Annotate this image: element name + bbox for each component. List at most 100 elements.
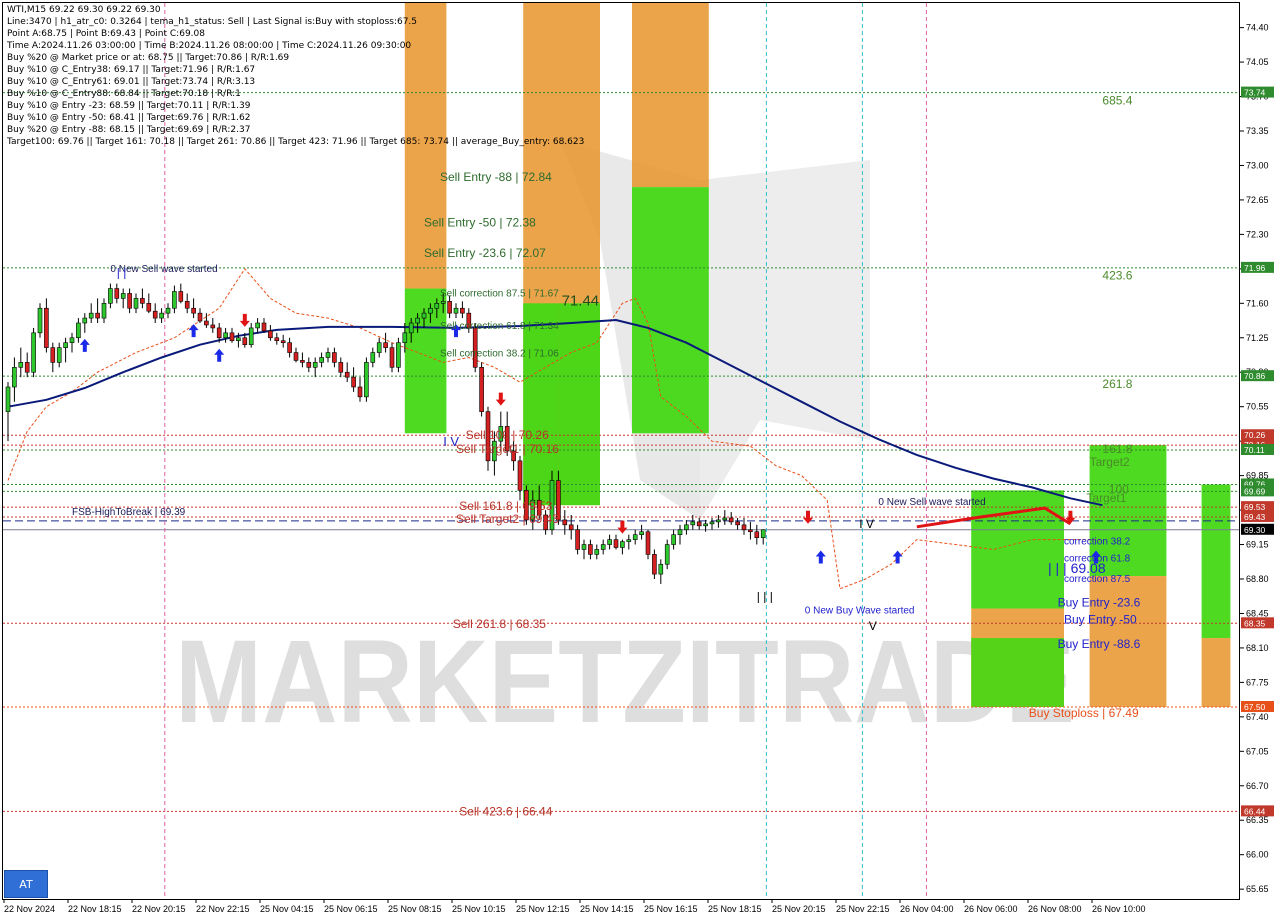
signal-zone [523, 303, 559, 506]
candle-body [280, 340, 286, 343]
candle-body [37, 307, 43, 334]
auto-trading-button[interactable]: AT [4, 870, 48, 898]
y-axis-tick-label: 66.70 [1246, 781, 1269, 791]
candle-body [120, 293, 126, 299]
price-badge: 68.35 [1241, 617, 1274, 629]
x-axis-tick-label: 26 Nov 08:00 [1028, 904, 1082, 914]
candlestick [31, 327, 36, 378]
candle-body [690, 521, 696, 526]
info-line-buy-e88: Buy %20 @ Entry -88: 68.15 || Target:69.… [7, 125, 251, 135]
candle-body [197, 312, 203, 322]
candle-body [312, 362, 318, 368]
price-badge: 71.96 [1241, 261, 1274, 273]
candle-body [159, 312, 164, 319]
info-line-buy-c88: Buy %10 @ C_Entry88: 68.84 || Target:70.… [7, 89, 241, 99]
y-axis-tick-label: 68.45 [1246, 608, 1269, 618]
candle-body [287, 342, 292, 353]
chart-annotation-label: Target1 [1086, 491, 1126, 505]
chart-annotation-label: | | | [757, 590, 773, 604]
price-badge-label: 73.74 [1244, 88, 1266, 98]
candle-body [402, 332, 408, 343]
chart-annotation-label: Sell 100 | 70.26 [466, 428, 550, 442]
candle-body [748, 529, 753, 533]
candle-body [165, 307, 171, 314]
candle-body [645, 531, 651, 555]
x-axis-tick-label: 25 Nov 06:15 [324, 904, 378, 914]
signal-zone [1201, 638, 1231, 707]
chart-annotation-label: FSB-HighToBreak | 69.39 [72, 507, 186, 518]
price-badge: 67.50 [1241, 701, 1274, 712]
candle-body [652, 554, 657, 575]
candle-body [428, 307, 433, 314]
candle-body [722, 517, 728, 521]
candle-body [24, 362, 30, 373]
x-axis-tick-label: 25 Nov 04:15 [260, 904, 314, 914]
candle-body [760, 529, 766, 538]
candle-body [108, 288, 113, 304]
info-line-targets: Target100: 69.76 || Target 161: 70.18 ||… [7, 137, 585, 147]
candle-body [210, 324, 216, 329]
chart-annotation-label: Buy Entry -88.6 [1058, 637, 1141, 651]
candle-body [696, 521, 702, 527]
candle-body [709, 521, 715, 525]
y-axis-tick-label: 66.00 [1246, 850, 1269, 860]
x-axis-tick-label: 26 Nov 04:00 [900, 904, 954, 914]
price-badge-label: 68.35 [1244, 618, 1266, 628]
candle-body [76, 322, 81, 339]
candle-body [389, 347, 395, 368]
chart-annotation-label: I V [859, 517, 874, 531]
y-axis-tick-label: 67.05 [1246, 746, 1269, 756]
candle-body [460, 307, 465, 314]
price-badge-label: 70.26 [1244, 430, 1266, 440]
candle-body [575, 529, 580, 550]
candle-body [12, 367, 17, 388]
candle-body [306, 362, 312, 368]
candle-body [600, 544, 606, 550]
price-badge-label: 71.96 [1244, 263, 1266, 273]
candle-body [88, 312, 94, 319]
y-axis-tick-label: 71.60 [1246, 298, 1269, 308]
price-badge-label: 69.43 [1244, 512, 1266, 522]
y-axis-tick-label: 74.05 [1246, 57, 1269, 67]
chart-annotation-label: Sell Target1 | 70.16 [456, 442, 559, 456]
candlestick [396, 337, 401, 373]
info-line-symbol: WTI,M15 69.22 69.30 69.22 69.30 [7, 5, 161, 15]
chart-annotation-label: 0 New Buy Wave started [805, 605, 915, 616]
candle-body [127, 293, 132, 309]
candle-body [152, 310, 158, 319]
x-axis-tick-label: 26 Nov 10:00 [1092, 904, 1146, 914]
candle-body [434, 303, 440, 309]
chart-annotation-label: I V [443, 434, 459, 449]
chart-annotation-label: 261.8 [1102, 377, 1132, 391]
candle-body [82, 317, 88, 324]
info-line-buy-c61: Buy %10 @ C_Entry61: 69.01 || Target:73.… [7, 77, 256, 87]
x-axis-tick-label: 25 Nov 14:15 [580, 904, 634, 914]
price-badge-label: 66.44 [1244, 806, 1266, 816]
candle-body [229, 332, 235, 342]
signal-zone [558, 303, 600, 506]
candle-body [728, 517, 734, 523]
candle-body [140, 298, 145, 304]
candle-body [184, 301, 190, 309]
candle-body [338, 362, 344, 373]
candle-body [293, 352, 299, 361]
x-axis-tick-label: 25 Nov 10:15 [452, 904, 506, 914]
candle-body [581, 544, 587, 550]
y-axis-tick-label: 74.40 [1246, 23, 1269, 33]
price-badge-label: 69.69 [1244, 486, 1266, 496]
chart-annotation-label: 71.44 [562, 292, 600, 309]
candle-body [588, 544, 593, 555]
signal-zone [632, 3, 709, 188]
chart-annotation-label: Sell Entry -23.6 | 72.07 [424, 246, 546, 260]
candle-body [396, 342, 401, 368]
y-axis-tick-label: 68.10 [1246, 643, 1269, 653]
candle-body [63, 342, 68, 348]
info-line-times: Time A:2024.11.26 03:00:00 | Time B:2024… [7, 41, 412, 51]
candlestick [37, 303, 43, 338]
x-axis-tick-label: 25 Nov 18:15 [708, 904, 762, 914]
chart-annotation-label: correction 38.2 [1064, 537, 1131, 548]
candle-body [440, 301, 446, 304]
candle-body [44, 307, 49, 348]
candle-body [632, 534, 638, 540]
candle-body [69, 337, 75, 343]
